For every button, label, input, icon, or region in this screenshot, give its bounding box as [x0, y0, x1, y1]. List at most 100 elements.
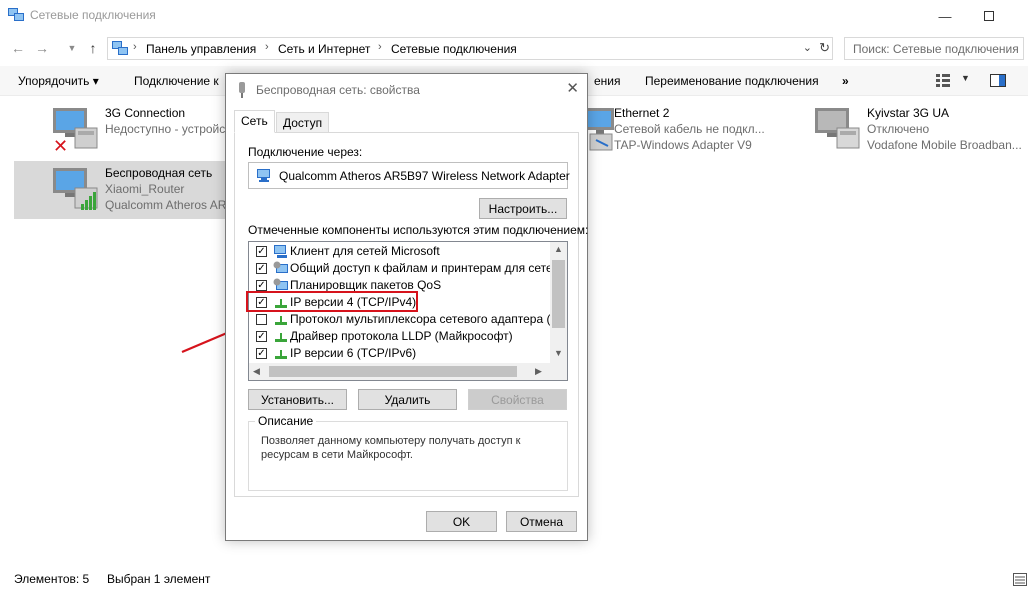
view-dropdown-icon[interactable]: ▼ [961, 73, 970, 83]
description-group: Описание Позволяет данному компьютеру по… [248, 414, 568, 491]
ipv4-highlight-box [246, 291, 418, 312]
description-title: Описание [255, 414, 317, 428]
recent-locations-button[interactable]: ▼ [62, 37, 82, 59]
ok-button[interactable]: OK [426, 511, 497, 532]
component-label: Протокол мультиплексора сетевого адаптер… [290, 312, 568, 326]
adapter-field: Qualcomm Atheros AR5B97 Wireless Network… [248, 162, 570, 189]
mobile-broadband-icon [815, 108, 860, 149]
item-count: Элементов: 5 [14, 572, 90, 586]
connection-item-3g[interactable]: ✕ 3G Connection Недоступно - устройс [51, 104, 226, 158]
component-label: IP версии 6 (TCP/IPv6) [290, 346, 417, 360]
status-bar: Элементов: 5 Выбран 1 элемент [0, 568, 1028, 591]
horizontal-scrollbar[interactable]: ◀ ▶ [249, 363, 567, 380]
list-item[interactable]: Протокол мультиплексора сетевого адаптер… [249, 311, 567, 328]
breadcrumb-separator-icon: › [265, 41, 269, 53]
scroll-right-icon[interactable]: ▶ [535, 366, 542, 377]
connection-device: Vodafone Mobile Broadban... [867, 138, 1022, 152]
client-icon [274, 245, 287, 258]
component-checkbox[interactable]: ✓ [256, 263, 267, 274]
component-label: Общий доступ к файлам и принтерам для се… [290, 261, 568, 275]
tab-sharing[interactable]: Доступ [276, 112, 330, 133]
adapter-name: Qualcomm Atheros AR5B97 Wireless Network… [279, 169, 570, 183]
scrollbar-thumb[interactable] [269, 366, 517, 377]
connection-device: TAP-Windows Adapter V9 [614, 138, 752, 152]
control-panel-icon [112, 41, 128, 55]
component-checkbox[interactable]: ✓ [256, 348, 267, 359]
search-placeholder: Поиск: Сетевые подключения [853, 42, 1019, 56]
breadcrumb-network-internet[interactable]: Сеть и Интернет [278, 42, 370, 56]
list-item[interactable]: ✓ IP версии 6 (TCP/IPv6) [249, 345, 551, 362]
breadcrumb-network-connections[interactable]: Сетевые подключения [391, 42, 517, 56]
chevron-down-icon: ▼ [67, 43, 77, 53]
component-label: Клиент для сетей Microsoft [290, 244, 440, 258]
svg-text:✕: ✕ [53, 136, 68, 154]
connection-name: Ethernet 2 [614, 106, 670, 120]
component-checkbox[interactable]: ✓ [256, 246, 267, 257]
component-label: Драйвер протокола LLDP (Майкрософт) [290, 329, 513, 343]
connection-item-wireless[interactable]: Беспроводная сеть Xiaomi_Router Qualcomm… [14, 161, 226, 219]
protocol-icon [275, 333, 287, 342]
forward-button[interactable]: → [32, 37, 52, 59]
refresh-icon[interactable]: ↻ [819, 40, 830, 56]
window-title: Сетевые подключения [30, 8, 156, 22]
protocol-icon [275, 350, 287, 359]
more-commands-button[interactable]: » [842, 74, 849, 88]
description-text: Позволяет данному компьютеру получать до… [261, 435, 521, 461]
connection-item-ethernet2[interactable]: Ethernet 2 Сетевой кабель не подкл... TA… [560, 104, 770, 158]
diagnose-button[interactable]: ения [594, 74, 621, 88]
list-item[interactable]: ✓ Клиент для сетей Microsoft [249, 243, 551, 260]
wireless-adapter-icon [239, 82, 245, 98]
address-row: ← → ▼ ↑ › Панель управления › Сеть и Инт… [0, 34, 1028, 62]
network-connections-icon [8, 8, 24, 21]
scroll-left-icon[interactable]: ◀ [253, 366, 260, 377]
connection-status: Сетевой кабель не подкл... [614, 122, 765, 136]
arrow-right-icon: → [35, 40, 49, 56]
scroll-up-icon[interactable]: ▲ [554, 244, 563, 254]
component-checkbox[interactable]: ✓ [256, 331, 267, 342]
component-checkbox[interactable] [256, 314, 267, 325]
maximize-button[interactable] [966, 0, 1012, 32]
dialog-title: Беспроводная сеть: свойства [256, 83, 420, 97]
breadcrumb-separator-icon: › [133, 41, 137, 53]
connection-item-kyivstar[interactable]: Kyivstar 3G UA Отключено Vodafone Mobile… [813, 104, 1023, 158]
tab-network[interactable]: Сеть [234, 110, 275, 133]
connection-status: Недоступно - устройс [105, 122, 226, 136]
connect-to-button[interactable]: Подключение к [134, 74, 219, 88]
address-bar[interactable]: › Панель управления › Сеть и Интернет › … [107, 37, 833, 60]
organize-button[interactable]: Упорядочить ▾ [18, 74, 99, 88]
details-view-icon[interactable] [1013, 573, 1027, 586]
uninstall-button[interactable]: Удалить [358, 389, 457, 410]
back-button[interactable]: ← [8, 37, 28, 59]
connection-device: Qualcomm Atheros AR [105, 198, 227, 212]
cancel-button[interactable]: Отмена [506, 511, 577, 532]
list-item[interactable]: ✓ Драйвер протокола LLDP (Майкрософт) [249, 328, 551, 345]
breadcrumb-separator-icon: › [378, 41, 382, 53]
configure-button[interactable]: Настроить... [479, 198, 567, 219]
minimize-button[interactable]: — [922, 0, 968, 32]
properties-button[interactable]: Свойства [468, 389, 567, 410]
scroll-down-icon[interactable]: ▼ [554, 348, 563, 358]
component-label: Планировщик пакетов QoS [290, 278, 442, 292]
component-checkbox[interactable]: ✓ [256, 280, 267, 291]
address-dropdown-icon[interactable]: ⌄ [803, 41, 812, 54]
preview-pane-icon[interactable] [990, 74, 1006, 87]
list-item[interactable]: ✓ Общий доступ к файлам и принтерам для … [249, 260, 567, 277]
connection-status: Отключено [867, 122, 930, 136]
service-icon [273, 261, 288, 273]
rename-connection-button[interactable]: Переименование подключения [645, 74, 819, 88]
breadcrumb-control-panel[interactable]: Панель управления [146, 42, 256, 56]
install-button[interactable]: Установить... [248, 389, 347, 410]
change-view-icon[interactable] [936, 74, 950, 87]
selected-count: Выбран 1 элемент [107, 572, 211, 586]
network-computer-disabled-icon: ✕ [53, 108, 98, 154]
vertical-scrollbar[interactable]: ▲ ▼ [550, 242, 567, 363]
maximize-icon [984, 11, 994, 21]
search-input[interactable]: Поиск: Сетевые подключения [844, 37, 1024, 60]
up-button[interactable]: ↑ [83, 37, 103, 59]
components-label: Отмеченные компоненты используются этим … [248, 223, 589, 237]
close-icon[interactable]: ✕ [566, 79, 579, 97]
scrollbar-thumb[interactable] [552, 260, 565, 328]
window-titlebar: Сетевые подключения — [0, 0, 1028, 32]
wireless-network-icon [53, 168, 98, 210]
connection-status: Xiaomi_Router [105, 182, 185, 196]
